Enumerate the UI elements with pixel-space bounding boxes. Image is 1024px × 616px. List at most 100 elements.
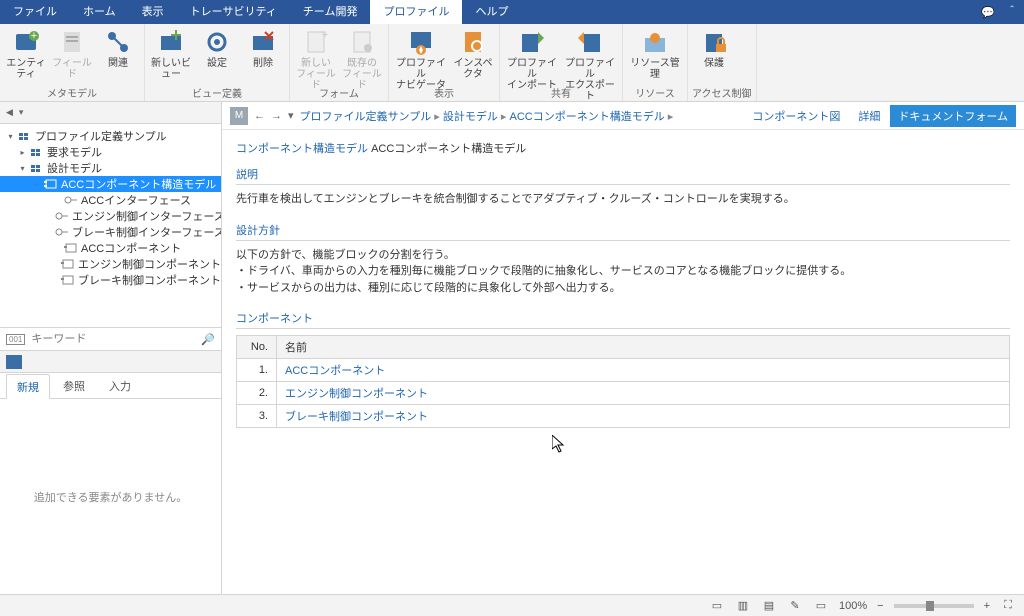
ribbon-existing-field: 既存のフィールド (340, 26, 384, 82)
tree-node[interactable]: ブレーキ制御コンポーネント (0, 272, 221, 288)
menu-表示[interactable]: 表示 (129, 0, 177, 24)
ribbon-resource-mgmt[interactable]: リソース管理 (627, 26, 683, 82)
section-body: 以下の方針で、機能ブロックの分割を行う。 ・ドライバ、車両からの入力を種別毎に機… (236, 247, 1010, 297)
chevron-right-icon: ▸ (498, 111, 510, 123)
entity-icon: + (12, 28, 40, 56)
ifc-icon (55, 210, 69, 222)
document-content: コンポーネント構造モデル ACCコンポーネント構造モデル 説明 先行車を検出して… (222, 130, 1024, 594)
left-tab-新規[interactable]: 新規 (6, 374, 50, 399)
section-components: コンポーネント No. 名前 1.ACCコンポーネント2.エンジン制御コンポーネ… (236, 310, 1010, 428)
ribbon-new-field: +新しいフィールド (294, 26, 338, 82)
tree-node[interactable]: ▸要求モデル (0, 144, 221, 160)
ribbon-profile-navigator[interactable]: プロファイルナビゲータ (393, 26, 449, 82)
left-toolbar (0, 351, 221, 373)
message-icon[interactable]: 💬 (976, 6, 1000, 19)
import-icon (518, 28, 546, 56)
breadcrumb-item[interactable]: 設計モデル (443, 111, 498, 123)
status-icon[interactable]: ▤ (761, 598, 777, 614)
main-panel: M ← → ▾ プロファイル定義サンプル ▸ 設計モデル ▸ ACCコンポーネン… (222, 102, 1024, 594)
tool-icon[interactable] (6, 355, 22, 369)
left-tab-入力[interactable]: 入力 (98, 373, 142, 398)
ribbon-profile-import[interactable]: プロファイルインポート (504, 26, 560, 82)
fullscreen-icon[interactable]: ⛶ (1000, 598, 1016, 614)
table-row[interactable]: 1.ACCコンポーネント (237, 359, 1010, 382)
bc-dropdown-icon[interactable]: ▾ (288, 109, 294, 122)
nav-icon (407, 28, 435, 56)
doc-type-label: コンポーネント構造モデル (236, 143, 368, 155)
zoom-slider[interactable] (894, 604, 974, 608)
left-tab-参照[interactable]: 参照 (52, 373, 96, 398)
section-description: 説明 先行車を検出してエンジンとブレーキを統合制御することでアダプティブ・クルー… (236, 166, 1010, 208)
ribbon-protect[interactable]: 保護 (692, 26, 736, 82)
tree-node[interactable]: エンジン制御コンポーネント (0, 256, 221, 272)
status-icon[interactable]: ✎ (787, 598, 803, 614)
components-table: No. 名前 1.ACCコンポーネント2.エンジン制御コンポーネント3.ブレーキ… (236, 335, 1010, 428)
table-row[interactable]: 3.ブレーキ制御コンポーネント (237, 405, 1010, 428)
tree-node[interactable]: ブレーキ制御インターフェース (0, 224, 221, 240)
col-name: 名前 (277, 336, 1010, 359)
tree: ▾プロファイル定義サンプル▸要求モデル▾設計モデル-ACCコンポーネント構造モデ… (0, 124, 221, 327)
ribbon-entity[interactable]: +エンティティ (4, 26, 48, 82)
ifc-icon (55, 226, 69, 238)
zoom-out-icon[interactable]: − (877, 600, 883, 612)
expand-icon[interactable]: ＾ (1000, 4, 1024, 20)
breadcrumb-item[interactable]: ACCコンポーネント構造モデル (509, 111, 664, 123)
view-詳細[interactable]: 詳細 (850, 105, 888, 127)
chevron-right-icon: ▸ (665, 111, 674, 123)
breadcrumb-item[interactable]: プロファイル定義サンプル (300, 111, 432, 123)
status-icon[interactable]: ▭ (813, 598, 829, 614)
inspector-icon (459, 28, 487, 56)
zoom-in-icon[interactable]: + (984, 600, 990, 612)
section-policy: 設計方針 以下の方針で、機能ブロックの分割を行う。 ・ドライバ、車両からの入力を… (236, 222, 1010, 297)
bc-fwd-icon[interactable]: → (271, 110, 282, 122)
ifc-icon (64, 194, 78, 206)
menu-ヘルプ[interactable]: ヘルプ (462, 0, 521, 24)
plus-icon (157, 28, 185, 56)
view-コンポーネント図[interactable]: コンポーネント図 (744, 105, 848, 127)
model-badge: M (230, 107, 248, 125)
ribbon-new-view[interactable]: 新しいビュー (149, 26, 193, 82)
ribbon-profile-export[interactable]: プロファイルエクスポート (562, 26, 618, 82)
table-row[interactable]: 2.エンジン制御コンポーネント (237, 382, 1010, 405)
menu-トレーサビリティ[interactable]: トレーサビリティ (177, 0, 290, 24)
ribbon-relation[interactable]: 関連 (96, 26, 140, 82)
tree-node[interactable]: エンジン制御インターフェース (0, 208, 221, 224)
nav-back-icon[interactable]: ◀ (6, 107, 13, 118)
resource-icon (641, 28, 669, 56)
ribbon-delete[interactable]: 削除 (241, 26, 285, 82)
tree-node[interactable]: -ACCコンポーネント構造モデル (0, 176, 221, 192)
ribbon-field: フィールド (50, 26, 94, 82)
menu-ホーム[interactable]: ホーム (70, 0, 129, 24)
chevron-down-icon[interactable]: ▾ (19, 107, 24, 118)
keyword-icon: 001 (6, 334, 25, 345)
search-input[interactable] (31, 333, 195, 345)
section-title: 説明 (236, 166, 1010, 185)
menu-プロファイル[interactable]: プロファイル (370, 0, 462, 24)
menu-ファイル[interactable]: ファイル (0, 0, 70, 24)
export-icon (576, 28, 604, 56)
status-icon[interactable]: ▥ (735, 598, 751, 614)
doc-name: ACCコンポーネント構造モデル (371, 143, 526, 155)
comp-icon (44, 178, 58, 190)
search-go-icon[interactable]: 🔎 (201, 333, 215, 346)
bc-back-icon[interactable]: ← (254, 110, 265, 122)
tree-node[interactable]: ▾設計モデル (0, 160, 221, 176)
ribbon-settings[interactable]: 設定 (195, 26, 239, 82)
col-no: No. (237, 336, 277, 359)
cmp-icon (64, 242, 78, 254)
view-ドキュメントフォーム[interactable]: ドキュメントフォーム (890, 105, 1016, 127)
tree-node[interactable]: ACCコンポーネント (0, 240, 221, 256)
doc-title: コンポーネント構造モデル ACCコンポーネント構造モデル (236, 140, 1010, 156)
ribbon-inspector[interactable]: インスペクタ (451, 26, 495, 82)
section-body: 先行車を検出してエンジンとブレーキを統合制御することでアダプティブ・クルーズ・コ… (236, 191, 1010, 208)
tree-root[interactable]: ▾プロファイル定義サンプル (0, 128, 221, 144)
cmp-icon (61, 274, 75, 286)
field-icon (58, 28, 86, 56)
menu-bar: ファイルホーム表示トレーサビリティチーム開発プロファイルヘルプ 💬 ＾ (0, 0, 1024, 24)
menu-チーム開発[interactable]: チーム開発 (290, 0, 371, 24)
cmp-icon (61, 258, 75, 270)
existfield-icon (348, 28, 376, 56)
tree-node[interactable]: ACCインターフェース (0, 192, 221, 208)
left-tabs: 新規参照入力 (0, 373, 221, 399)
status-icon[interactable]: ▭ (709, 598, 725, 614)
